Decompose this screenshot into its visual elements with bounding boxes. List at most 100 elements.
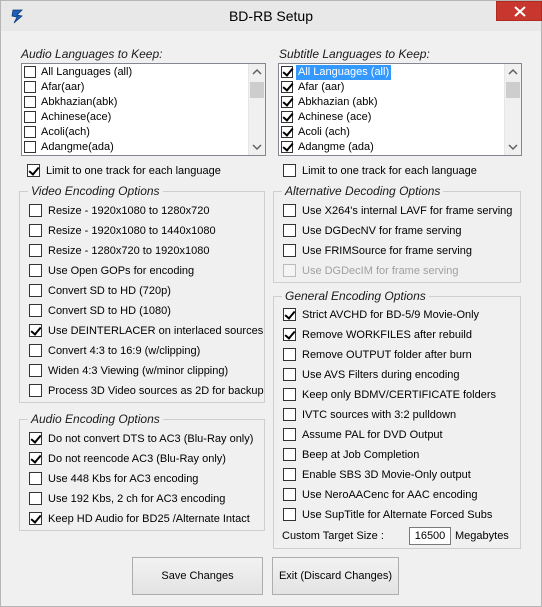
checkbox[interactable] [283, 348, 296, 361]
item-checkbox[interactable] [281, 126, 293, 138]
checkbox[interactable] [283, 224, 296, 237]
item-label: Abkhazian (abk) [298, 96, 378, 108]
item-checkbox[interactable] [24, 126, 36, 138]
item-label: Adangme (ada) [298, 141, 374, 153]
checkbox[interactable] [283, 468, 296, 481]
item-checkbox[interactable] [281, 96, 293, 108]
option-label: IVTC sources with 3:2 pulldown [302, 409, 457, 421]
item-checkbox[interactable] [281, 66, 293, 78]
scroll-thumb[interactable] [506, 82, 520, 98]
checkbox[interactable] [283, 388, 296, 401]
item-label: Achinese (ace) [298, 111, 372, 123]
option-label: Use SupTitle for Alternate Forced Subs [302, 509, 493, 521]
checkbox[interactable] [283, 368, 296, 381]
general-options-title: General Encoding Options [282, 289, 429, 303]
checkbox[interactable] [29, 432, 42, 445]
option-label: Use FRIMSource for frame serving [302, 245, 472, 257]
option-label: Use X264's internal LAVF for frame servi… [302, 205, 513, 217]
checkbox[interactable] [27, 164, 40, 177]
option-label: Use 192 Kbs, 2 ch for AC3 encoding [48, 493, 226, 505]
option-label: Resize - 1920x1080 to 1440x1080 [48, 225, 216, 237]
option-label: Use DGDecIM for frame serving [302, 265, 459, 277]
item-label: Afar(aar) [41, 81, 85, 93]
checkbox[interactable] [283, 244, 296, 257]
checkbox[interactable] [283, 448, 296, 461]
checkbox[interactable] [29, 452, 42, 465]
video-options-title: Video Encoding Options [28, 184, 163, 198]
checkbox[interactable] [283, 408, 296, 421]
alt-decoding-title: Alternative Decoding Options [282, 184, 444, 198]
scroll-thumb[interactable] [250, 82, 264, 98]
option-label: Keep only BDMV/CERTIFICATE folders [302, 389, 496, 401]
alt-decoding-group: Alternative Decoding Options Use X264's … [273, 184, 521, 283]
close-icon [514, 6, 526, 17]
option-label: Use NeroAACenc for AAC encoding [302, 489, 478, 501]
checkbox[interactable] [29, 304, 42, 317]
checkbox[interactable] [283, 508, 296, 521]
item-checkbox[interactable] [24, 141, 36, 153]
checkbox[interactable] [283, 204, 296, 217]
checkbox[interactable] [283, 308, 296, 321]
checkbox[interactable] [29, 384, 42, 397]
subtitle-limit-label: Limit to one track for each language [302, 165, 477, 177]
option-label: Process 3D Video sources as 2D for backu… [48, 385, 264, 397]
item-checkbox[interactable] [281, 81, 293, 93]
item-checkbox[interactable] [24, 96, 36, 108]
close-button[interactable] [496, 1, 542, 21]
option-label: Remove WORKFILES after rebuild [302, 329, 472, 341]
audio-list-scrollbar[interactable] [248, 64, 265, 155]
checkbox[interactable] [283, 328, 296, 341]
option-label: Keep HD Audio for BD25 /Alternate Intact [48, 513, 250, 525]
item-checkbox[interactable] [24, 81, 36, 93]
save-changes-button[interactable]: Save Changes [132, 557, 263, 595]
audio-options-group: Audio Encoding Options Do not convert DT… [19, 412, 265, 531]
item-label: Achinese(ace) [41, 111, 112, 123]
option-label: Enable SBS 3D Movie-Only output [302, 469, 471, 481]
scroll-up-icon[interactable] [505, 64, 521, 81]
option-label: Use Open GOPs for encoding [48, 265, 195, 277]
option-label: Widen 4:3 Viewing (w/minor clipping) [48, 365, 229, 377]
checkbox[interactable] [29, 472, 42, 485]
option-label: Remove OUTPUT folder after burn [302, 349, 472, 361]
item-checkbox[interactable] [24, 66, 36, 78]
option-label: Do not reencode AC3 (Blu-Ray only) [48, 453, 226, 465]
scroll-down-icon[interactable] [249, 138, 265, 155]
scroll-down-icon[interactable] [505, 138, 521, 155]
checkbox[interactable] [29, 244, 42, 257]
checkbox[interactable] [283, 164, 296, 177]
item-label: All Languages (all) [296, 65, 392, 80]
item-checkbox[interactable] [24, 111, 36, 123]
subtitle-languages-title: Subtitle Languages to Keep: [279, 47, 430, 61]
option-label: Assume PAL for DVD Output [302, 429, 443, 441]
option-label: Convert 4:3 to 16:9 (w/clipping) [48, 345, 201, 357]
option-label: Use AVS Filters during encoding [302, 369, 460, 381]
subtitle-languages-list[interactable]: Adangme (ada) Acoli (ach) Achinese (ace) Ab… [278, 63, 522, 156]
checkbox[interactable] [29, 344, 42, 357]
checkbox[interactable] [29, 284, 42, 297]
checkbox[interactable] [283, 488, 296, 501]
checkbox[interactable] [283, 428, 296, 441]
exit-discard-button[interactable]: Exit (Discard Changes) [272, 557, 399, 595]
item-checkbox[interactable] [281, 111, 293, 123]
target-size-input[interactable]: 16500 [409, 527, 451, 545]
checkbox[interactable] [29, 364, 42, 377]
option-label: Strict AVCHD for BD-5/9 Movie-Only [302, 309, 480, 321]
item-label: Acoli(ach) [41, 126, 90, 138]
checkbox[interactable] [29, 204, 42, 217]
option-label: Resize - 1280x720 to 1920x1080 [48, 245, 210, 257]
scroll-up-icon[interactable] [249, 64, 265, 81]
checkbox[interactable] [29, 264, 42, 277]
checkbox[interactable] [29, 512, 42, 525]
audio-languages-list[interactable]: Adangme(ada) Acoli(ach) Achinese(ace) Abkha… [21, 63, 266, 156]
option-label: Beep at Job Completion [302, 449, 420, 461]
checkbox[interactable] [29, 324, 42, 337]
checkbox[interactable] [29, 224, 42, 237]
option-label: Resize - 1920x1080 to 1280x720 [48, 205, 210, 217]
item-label: Abkhazian(abk) [41, 96, 118, 108]
checkbox[interactable] [29, 492, 42, 505]
title-bar[interactable]: BD-RB Setup [1, 1, 542, 31]
option-label: Do not convert DTS to AC3 (Blu-Ray only) [48, 433, 254, 445]
subtitle-list-scrollbar[interactable] [504, 64, 521, 155]
item-label: Acoli (ach) [298, 126, 350, 138]
item-checkbox[interactable] [281, 141, 293, 153]
